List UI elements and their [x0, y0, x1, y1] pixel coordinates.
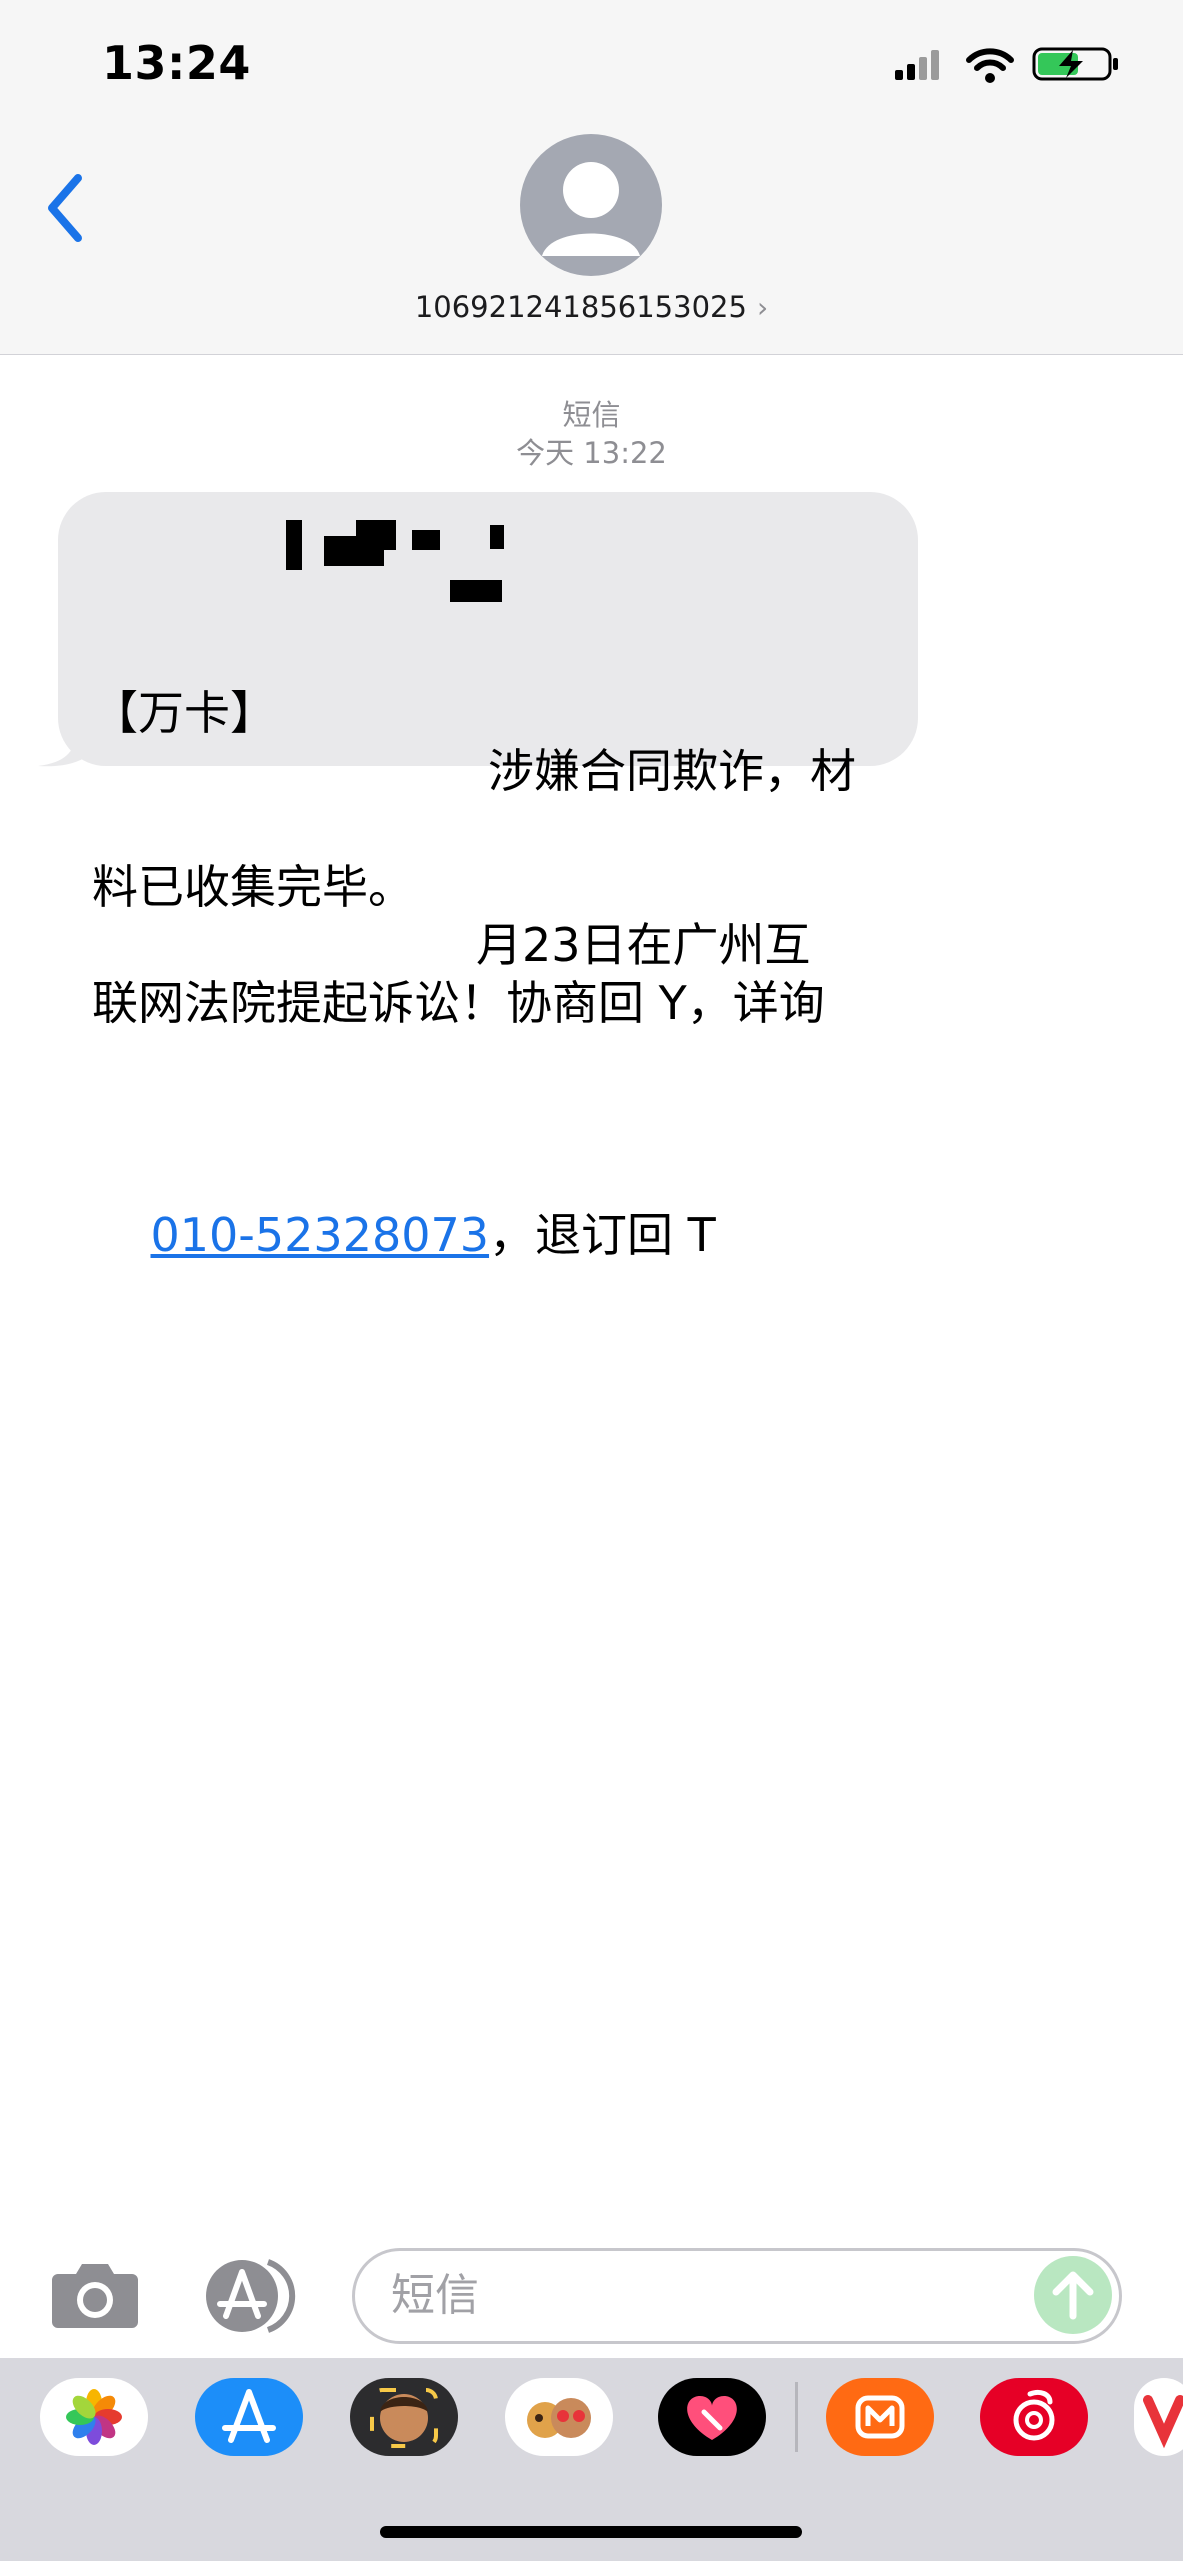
conversation-header: 13:24 106921241856153025 ›	[0, 0, 1183, 355]
contact-name-button[interactable]: 106921241856153025 ›	[0, 290, 1183, 324]
app-store-icon[interactable]	[195, 2378, 303, 2456]
redaction-block	[490, 525, 504, 549]
contact-avatar[interactable]	[520, 134, 662, 276]
redaction-block	[450, 580, 502, 602]
send-button[interactable]	[1034, 2256, 1112, 2334]
message-input-field[interactable]: 短信	[352, 2248, 1122, 2344]
chevron-right-icon: ›	[756, 291, 769, 324]
message-line-4-tail: ，退订回 T	[489, 1208, 716, 1262]
memoji-icon[interactable]	[350, 2378, 458, 2456]
redaction-block	[356, 520, 396, 550]
camera-icon[interactable]	[50, 2258, 140, 2330]
battery-charging-icon	[1032, 47, 1118, 81]
netease-music-icon[interactable]	[980, 2378, 1088, 2456]
message-timestamp: 今天 13:22	[516, 436, 667, 470]
wifi-icon	[966, 48, 1014, 83]
message-line-1-prefix: 【万卡】	[92, 686, 276, 740]
dock-divider	[795, 2382, 798, 2452]
back-chevron-icon[interactable]	[40, 168, 90, 248]
home-indicator[interactable]	[380, 2526, 802, 2538]
cellular-signal-icon	[895, 50, 939, 80]
message-line-1-suffix: 涉嫌合同欺诈，材	[488, 744, 856, 798]
message-input-placeholder: 短信	[391, 2270, 479, 2321]
arrow-up-icon	[1052, 2271, 1094, 2320]
redaction-block	[412, 530, 440, 550]
person-icon	[542, 162, 640, 256]
status-time: 13:24	[102, 36, 251, 90]
mango-tv-icon[interactable]	[826, 2378, 934, 2456]
redaction-block	[286, 520, 302, 570]
service-label: 短信	[562, 398, 621, 432]
red-app-icon[interactable]	[1134, 2378, 1183, 2456]
photos-icon[interactable]	[40, 2378, 148, 2456]
heart-app-icon[interactable]	[658, 2378, 766, 2456]
memoji-stickers-icon[interactable]	[505, 2378, 613, 2456]
phone-number-link[interactable]: 010-52328073	[151, 1208, 490, 1262]
contact-number: 106921241856153025	[414, 290, 747, 324]
message-line-2-prefix: 料已收集完毕。	[92, 860, 414, 914]
message-text: 【万卡】 涉嫌合同欺诈，材 料已收集完毕。 月23日在广州互 联网法院提起诉讼！…	[92, 510, 892, 1264]
message-line-2-suffix: 月23日在广州互	[476, 918, 811, 972]
app-store-drawer-icon[interactable]	[198, 2258, 308, 2334]
message-line-3: 联网法院提起诉讼！协商回 Y，详询	[92, 976, 825, 1030]
status-icons	[895, 47, 1118, 83]
